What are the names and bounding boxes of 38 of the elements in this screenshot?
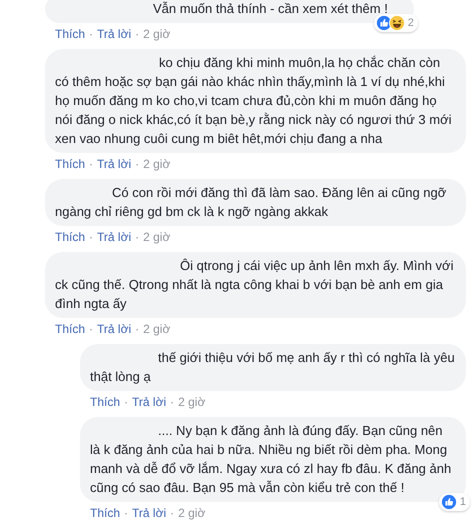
- comment-text: Ôi qtrong j cái việc up ảnh lên mxh ấy. Mình với ck cũng thế. Qtrong nhất là ngta công khai b với bạn bè anh em gia đình ngta ấy: [55, 257, 454, 313]
- like-link[interactable]: Thích: [55, 27, 86, 42]
- like-link[interactable]: Thích: [55, 322, 86, 337]
- separator-dot: ·: [170, 395, 174, 410]
- like-link[interactable]: Thích: [90, 395, 120, 410]
- reply-link[interactable]: Trả lời: [97, 230, 132, 245]
- timestamp: 2 giờ: [143, 157, 170, 172]
- like-link[interactable]: Thích: [55, 230, 86, 245]
- separator-dot: ·: [135, 230, 140, 245]
- reaction-badge[interactable]: 1: [438, 493, 470, 511]
- reply-link[interactable]: Trả lời: [132, 395, 166, 410]
- separator-dot: ·: [170, 506, 174, 521]
- separator-dot: ·: [135, 322, 140, 337]
- separator-dot: ·: [124, 395, 128, 410]
- timestamp: 2 giờ: [143, 230, 170, 245]
- separator-dot: ·: [135, 157, 140, 172]
- comment-text: Có con rồi mới đăng thì đã làm sao. Đăng lên ai cũng ngỡ ngàng chỉ riêng gd bm ck là k ngỡ ngàng akkak: [55, 184, 448, 221]
- separator-dot: ·: [135, 27, 140, 42]
- like-link[interactable]: Thích: [90, 506, 120, 521]
- separator-dot: ·: [89, 230, 94, 245]
- timestamp: 2 giờ: [143, 322, 170, 337]
- comment-text: ko chịu đăng khi minh muôn,la họ chắc chăn còn có thêm hoặc sợ bạn gái nào khác nhìn thấy,mình là 1 ví dụ nhé,khi họ muốn đăng m ko cho,vi tcam chưa đủ,còn khi m muôn đăng họ nói đăng o nick khác,có ít bạn bè,y rằng nick này có ngươi thứ 3 mới xen vao nhung cuôi cung m biêt hêt,mới chịu đang a nha: [55, 54, 452, 148]
- like-link[interactable]: Thích: [55, 157, 86, 172]
- reaction-badge[interactable]: 2: [374, 14, 418, 32]
- comment-text: thế giới thiệu với bố mẹ anh ấy r thì có nghĩa là yêu thật lòng ạ: [90, 349, 456, 386]
- separator-dot: ·: [89, 157, 94, 172]
- reply-link[interactable]: Trả lời: [132, 506, 166, 521]
- reaction-count: 2: [408, 17, 414, 29]
- timestamp: 2 giờ: [178, 506, 206, 521]
- reply-link[interactable]: Trả lời: [97, 157, 132, 172]
- separator-dot: ·: [89, 322, 94, 337]
- separator-dot: ·: [124, 506, 128, 521]
- reply-link[interactable]: Trả lời: [97, 322, 132, 337]
- reply-link[interactable]: Trả lời: [97, 27, 132, 42]
- separator-dot: ·: [89, 27, 94, 42]
- reaction-count: 1: [460, 496, 466, 508]
- timestamp: 2 giờ: [143, 27, 170, 42]
- timestamp: 2 giờ: [178, 395, 206, 410]
